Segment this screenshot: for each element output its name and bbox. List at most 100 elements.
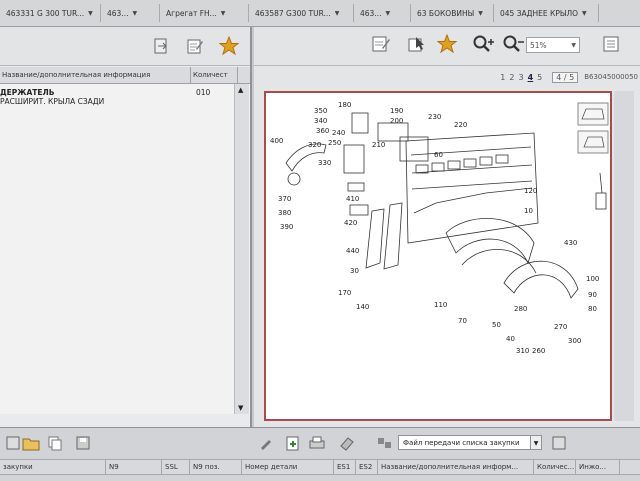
breadcrumb-item[interactable]: 63 БОКОВИНЫ ▼ [411,4,494,22]
column-header-qty[interactable]: Количест [191,67,238,83]
column-header[interactable]: ES2 [356,460,378,474]
callout-label[interactable]: 440 [346,247,359,255]
breadcrumb-item[interactable]: 463... ▼ [354,4,411,22]
diagram-pane: 51% ▼ 1 2 3 4 5 4 / 5 B63045000050 350 3… [254,27,640,427]
zoom-out-icon[interactable] [502,33,524,55]
scroll-up-icon[interactable]: ▲ [238,86,243,94]
send-icon[interactable] [548,432,570,454]
callout-label[interactable]: 210 [372,141,385,149]
chevron-down-icon[interactable]: ▼ [530,435,542,450]
zoom-in-icon[interactable] [472,33,494,55]
callout-label[interactable]: 380 [278,209,291,217]
callout-label[interactable]: 30 [350,267,359,275]
callout-label[interactable]: 230 [428,113,441,121]
callout-label[interactable]: 50 [492,321,501,329]
callout-label[interactable]: 10 [524,207,533,215]
callout-label[interactable]: 340 [314,117,327,125]
breadcrumb-item[interactable]: Агрегат FH... ▼ [160,4,249,22]
callout-label[interactable]: 240 [332,129,345,137]
scrollbar[interactable]: ▲ ▼ [234,84,249,414]
folder-icon[interactable] [20,432,42,454]
callout-label[interactable]: 40 [506,335,515,343]
select-icon[interactable] [406,33,428,55]
zoom-select[interactable]: 51% ▼ [526,37,580,53]
chevron-down-icon[interactable]: ▼ [478,10,483,17]
callout-label[interactable]: 420 [344,219,357,227]
callout-label[interactable]: 220 [454,121,467,129]
breadcrumb-item[interactable]: 463... ▼ [101,4,160,22]
column-header-name[interactable]: Название/дополнительная информация [0,67,191,83]
transfer-file-select[interactable]: Файл передачи списка закупки [398,435,540,450]
callout-label[interactable]: 300 [568,337,581,345]
callout-label[interactable]: 70 [458,317,467,325]
scroll-down-icon[interactable]: ▼ [238,404,243,412]
print-icon[interactable] [306,432,328,454]
callout-label[interactable]: 120 [524,187,537,195]
callout-label[interactable]: 280 [514,305,527,313]
star-icon[interactable] [436,33,458,55]
callout-label[interactable]: 370 [278,195,291,203]
callout-label[interactable]: 350 [314,107,327,115]
edit-diagram-icon[interactable] [370,33,392,55]
callout-label[interactable]: 110 [434,301,447,309]
page-link[interactable]: 5 [537,73,542,82]
column-header[interactable]: N9 [106,460,162,474]
column-header[interactable]: N9 поз. [190,460,242,474]
parts-diagram[interactable]: 350 340 360 320 330 180 190 200 230 220 240 250 210 6… [264,91,612,421]
callout-label[interactable]: 400 [270,137,283,145]
callout-label[interactable]: 360 [316,127,329,135]
table-row[interactable]: ДЕРЖАТЕЛЬ РАСШИРИТ. КРЫЛА СЗАДИ 010 [0,84,250,106]
chevron-down-icon[interactable]: ▼ [88,10,93,17]
column-header[interactable]: Название/дополнительная информ... [378,460,534,474]
edit-list-icon[interactable] [184,35,206,57]
callout-label[interactable]: 320 [308,141,321,149]
tools-icon[interactable] [256,432,278,454]
callout-label[interactable]: 270 [554,323,567,331]
page-link[interactable]: 2 [509,73,514,82]
page-link[interactable]: 1 [500,73,505,82]
column-header[interactable]: SSL [162,460,190,474]
vehicle-thumbnail[interactable] [577,102,609,126]
chevron-down-icon[interactable]: ▼ [132,10,137,17]
chevron-down-icon[interactable]: ▼ [571,38,576,54]
callout-label[interactable]: 100 [586,275,599,283]
chevron-down-icon[interactable]: ▼ [221,10,226,17]
callout-label[interactable]: 80 [588,305,597,313]
callout-label[interactable]: 200 [390,117,403,125]
vehicle-thumbnail[interactable] [577,130,609,154]
callout-label[interactable]: 190 [390,107,403,115]
callout-label[interactable]: 250 [328,139,341,147]
column-header[interactable]: Инжо... [576,460,620,474]
breadcrumb-item[interactable]: 463587 G300 TUR... ▼ [249,4,354,22]
callout-label[interactable]: 390 [280,223,293,231]
breadcrumb-item[interactable]: 045 ЗАДНЕЕ КРЫЛО ▼ [494,4,599,22]
transfer-icon[interactable] [374,432,396,454]
chevron-down-icon[interactable]: ▼ [582,10,587,17]
add-to-list-icon[interactable] [282,432,304,454]
callout-label[interactable]: 90 [588,291,597,299]
chevron-down-icon[interactable]: ▼ [385,10,390,17]
callout-label[interactable]: 330 [318,159,331,167]
callout-label[interactable]: 180 [338,101,351,109]
breadcrumb-item[interactable]: 463331 G 300 TUR... ▼ [0,4,101,22]
callout-label[interactable]: 260 [532,347,545,355]
chevron-down-icon[interactable]: ▼ [335,10,340,17]
callout-label[interactable]: 310 [516,347,529,355]
callout-label[interactable]: 410 [346,195,359,203]
callout-label[interactable]: 60 [434,151,443,159]
callout-label[interactable]: 170 [338,289,351,297]
callout-label[interactable]: 140 [356,303,369,311]
page-link[interactable]: 3 [518,73,523,82]
page-view-icon[interactable] [600,33,622,55]
column-header[interactable]: Номер детали [242,460,334,474]
eraser-icon[interactable] [336,432,358,454]
callout-label[interactable]: 430 [564,239,577,247]
column-header[interactable]: Количес... [534,460,576,474]
column-header[interactable]: ES1 [334,460,356,474]
export-icon[interactable] [150,35,172,57]
diagram-scrollbar[interactable] [614,91,634,421]
copy-icon[interactable] [44,432,66,454]
save-icon[interactable] [72,432,94,454]
star-icon[interactable] [218,35,240,57]
page-link-current[interactable]: 4 [528,73,534,82]
